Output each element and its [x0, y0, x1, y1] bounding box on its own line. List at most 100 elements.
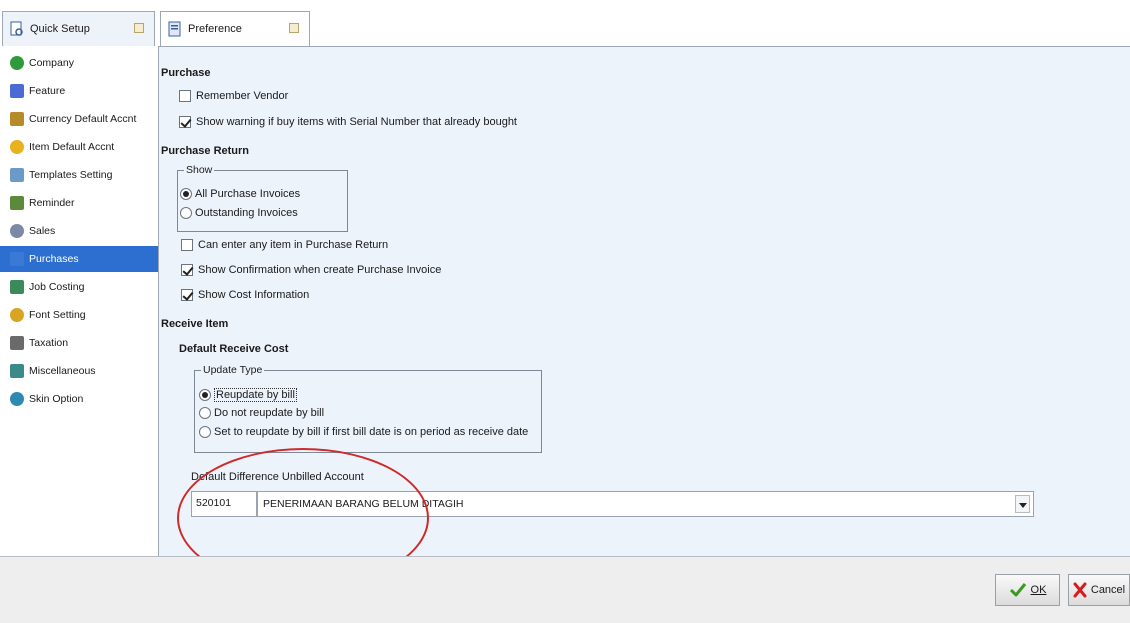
- account-name-value: PENERIMAAN BARANG BELUM DITAGIH: [263, 498, 464, 510]
- checkbox-label: Show Cost Information: [198, 289, 310, 301]
- sidebar-item-sales[interactable]: Sales: [0, 218, 158, 244]
- receive-item-heading: Receive Item: [161, 318, 229, 330]
- account-code-field[interactable]: 520101: [191, 491, 257, 517]
- show-confirmation-checkbox[interactable]: Show Confirmation when create Purchase I…: [181, 264, 441, 276]
- tab-pin-icon[interactable]: [289, 23, 299, 33]
- checkmark-icon: [182, 264, 194, 276]
- remember-vendor-checkbox[interactable]: Remember Vendor: [179, 90, 288, 102]
- ok-label: OK: [1030, 584, 1047, 596]
- templates-icon: [10, 168, 24, 182]
- checkbox-label: Remember Vendor: [196, 90, 289, 102]
- radio-label: Do not reupdate by bill: [214, 407, 325, 419]
- checkmark-icon: [180, 116, 192, 128]
- radio-do-not-reupdate[interactable]: Do not reupdate by bill: [199, 407, 324, 419]
- sales-icon: [10, 224, 24, 238]
- groupbox-title: Update Type: [201, 364, 265, 376]
- radio-circle[interactable]: [199, 407, 211, 419]
- chevron-down-icon: [1019, 503, 1027, 508]
- radio-label: Reupdate by bill: [214, 388, 297, 402]
- sidebar-item-label: Miscellaneous: [29, 365, 96, 377]
- tab-label: Quick Setup: [30, 23, 90, 35]
- checkbox-box[interactable]: [181, 264, 194, 276]
- feature-icon: [10, 84, 24, 98]
- reminder-icon: [10, 196, 24, 210]
- tab-label: Preference: [188, 23, 242, 35]
- sidebar-item-currency-default-accnt[interactable]: Currency Default Accnt: [0, 106, 158, 132]
- sidebar-item-reminder[interactable]: Reminder: [0, 190, 158, 216]
- company-icon: [10, 56, 24, 70]
- checkbox-box[interactable]: [179, 116, 192, 128]
- checkbox-label: Can enter any item in Purchase Return: [198, 239, 389, 251]
- tab-pin-icon[interactable]: [134, 23, 144, 33]
- radio-label: All Purchase Invoices: [195, 188, 301, 200]
- radio-all-purchase-invoices[interactable]: All Purchase Invoices: [180, 188, 300, 200]
- default-receive-cost-heading: Default Receive Cost: [179, 343, 289, 355]
- quick-setup-icon: [10, 21, 23, 36]
- job-costing-icon: [10, 280, 24, 294]
- sidebar-item-miscellaneous[interactable]: Miscellaneous: [0, 358, 158, 384]
- tab-bar: Quick Setup Preference: [0, 0, 1130, 46]
- sidebar-item-label: Job Costing: [29, 281, 85, 293]
- sidebar-item-skin-option[interactable]: Skin Option: [0, 386, 158, 412]
- checkbox-box[interactable]: [179, 90, 191, 102]
- skin-option-icon: [10, 392, 24, 406]
- purchase-return-heading: Purchase Return: [161, 145, 250, 157]
- preference-icon: [168, 21, 181, 37]
- radio-dot: [202, 392, 208, 398]
- miscellaneous-icon: [10, 364, 24, 378]
- purchase-heading: Purchase: [161, 67, 211, 79]
- radio-reupdate-first-bill-date[interactable]: Set to reupdate by bill if first bill da…: [199, 426, 528, 438]
- radio-dot: [183, 191, 189, 197]
- cancel-button[interactable]: Cancel: [1068, 574, 1130, 606]
- sidebar-item-feature[interactable]: Feature: [0, 78, 158, 104]
- serial-warning-checkbox[interactable]: Show warning if buy items with Serial Nu…: [179, 116, 517, 128]
- show-cost-checkbox[interactable]: Show Cost Information: [181, 289, 309, 301]
- sidebar-item-label: Currency Default Accnt: [29, 113, 137, 125]
- sidebar-item-taxation[interactable]: Taxation: [0, 330, 158, 356]
- radio-circle[interactable]: [180, 207, 192, 219]
- sidebar-item-label: Sales: [29, 225, 56, 237]
- sidebar-item-templates-setting[interactable]: Templates Setting: [0, 162, 158, 188]
- radio-circle[interactable]: [199, 389, 211, 401]
- cross-icon: [1073, 582, 1087, 598]
- groupbox-title: Show: [184, 164, 215, 176]
- sidebar-item-label: Reminder: [29, 197, 75, 209]
- radio-circle[interactable]: [199, 426, 211, 438]
- checkbox-label: Show Confirmation when create Purchase I…: [198, 264, 442, 276]
- show-groupbox: Show: [177, 164, 348, 232]
- radio-outstanding-invoices[interactable]: Outstanding Invoices: [180, 207, 298, 219]
- sidebar-item-item-default-accnt[interactable]: Item Default Accnt: [0, 134, 158, 160]
- sidebar-item-label: Templates Setting: [29, 169, 113, 181]
- radio-reupdate-by-bill[interactable]: Reupdate by bill: [199, 388, 297, 402]
- taxation-icon: [10, 336, 24, 350]
- purchases-icon: [10, 252, 24, 266]
- sidebar-item-company[interactable]: Company: [0, 50, 158, 76]
- sidebar-item-label: Item Default Accnt: [29, 141, 115, 153]
- tab-preference[interactable]: Preference: [160, 11, 310, 46]
- radio-label: Outstanding Invoices: [195, 207, 298, 219]
- item-star-icon: [10, 140, 24, 154]
- default-difference-account-label: Default Difference Unbilled Account: [191, 471, 364, 483]
- checkbox-box[interactable]: [181, 239, 193, 251]
- checkbox-box[interactable]: [181, 289, 194, 301]
- radio-circle[interactable]: [180, 188, 192, 200]
- sidebar-item-label: Font Setting: [29, 309, 86, 321]
- sidebar-item-label: Skin Option: [29, 393, 84, 405]
- checkmark-icon: [182, 289, 194, 301]
- tab-quick-setup[interactable]: Quick Setup: [2, 11, 155, 46]
- ok-button[interactable]: OK: [995, 574, 1060, 606]
- font-setting-icon: [10, 308, 24, 322]
- footer-bar: [0, 556, 1130, 623]
- sidebar: Company Feature Currency Default Accnt Item…: [0, 46, 159, 556]
- dropdown-button[interactable]: [1015, 495, 1030, 513]
- sidebar-item-job-costing[interactable]: Job Costing: [0, 274, 158, 300]
- sidebar-item-purchases[interactable]: Purchases: [0, 246, 158, 272]
- sidebar-item-font-setting[interactable]: Font Setting: [0, 302, 158, 328]
- checkbox-label: Show warning if buy items with Serial Nu…: [196, 116, 517, 128]
- cancel-label: Cancel: [1090, 584, 1126, 596]
- currency-icon: [10, 112, 24, 126]
- any-item-checkbox[interactable]: Can enter any item in Purchase Return: [181, 239, 388, 251]
- account-name-dropdown[interactable]: PENERIMAAN BARANG BELUM DITAGIH: [257, 491, 1034, 517]
- sidebar-item-label: Feature: [29, 85, 66, 97]
- sidebar-item-label: Company: [29, 57, 74, 69]
